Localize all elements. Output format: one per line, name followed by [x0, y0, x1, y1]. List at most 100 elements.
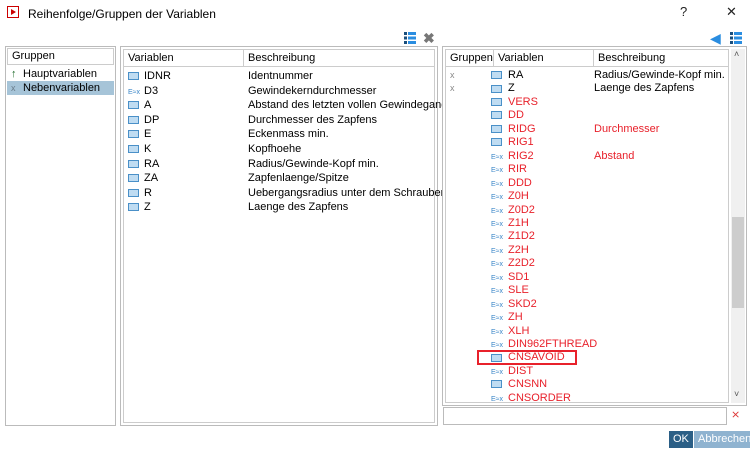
column-header-beschreibung[interactable]: Beschreibung — [244, 50, 434, 67]
table-row[interactable]: Z Laenge des Zapfens — [124, 200, 434, 214]
formula-variable-icon: E≈x — [491, 288, 504, 296]
group-item-nebenvariablen[interactable]: x Nebenvariablen — [7, 81, 114, 95]
window-title: Reihenfolge/Gruppen der Variablen — [28, 7, 216, 21]
table-row[interactable]: DP Durchmesser des Zapfens — [124, 113, 434, 127]
vertical-scrollbar[interactable]: ˄ ˅ — [731, 49, 745, 403]
table-row[interactable]: E≈x ZH — [446, 311, 728, 324]
table-variable-icon — [128, 145, 139, 154]
variable-name: DDD — [508, 176, 532, 189]
table-row[interactable]: CNSAVOID — [446, 350, 728, 366]
variable-name: XLH — [508, 324, 530, 337]
variable-name: E — [144, 128, 152, 141]
variable-name: Z1H — [508, 216, 529, 229]
close-button[interactable]: ✕ — [726, 4, 737, 20]
assigned-variables-table: Gruppen Variablen Beschreibung x RA Radi… — [445, 49, 729, 403]
table-row[interactable]: E≈x Z1H — [446, 216, 728, 230]
formula-variable-icon: E≈x — [491, 328, 504, 336]
formula-variable-icon: E≈x — [491, 315, 504, 323]
table-row[interactable]: ZA Zapfenlaenge/Spitze — [124, 171, 434, 185]
list-view-icon-right[interactable] — [730, 32, 742, 47]
variable-name: RIR — [508, 163, 527, 176]
filter-input[interactable] — [443, 407, 727, 425]
variable-description: Zapfenlaenge/Spitze — [248, 172, 349, 185]
variable-description: Abstand des letzten vollen Gewindeganges… — [248, 99, 469, 112]
table-row[interactable]: E≈x DIN962FTHREAD — [446, 338, 728, 351]
scroll-up-icon[interactable]: ˄ — [734, 49, 739, 59]
column-header-variablen[interactable]: Variablen — [124, 50, 244, 67]
table-row[interactable]: E≈x DIST — [446, 365, 728, 378]
variable-name: DP — [144, 113, 160, 126]
column-header-variablen[interactable]: Variablen — [494, 50, 594, 67]
variable-name: Z2D2 — [508, 257, 535, 270]
variable-name: CNSAVOID — [508, 351, 565, 364]
variable-name: RA — [508, 69, 524, 81]
delete-icon[interactable]: ✖ — [423, 30, 435, 47]
table-row[interactable]: x Z Laenge des Zapfens — [446, 82, 728, 95]
arrow-left-icon[interactable]: ◀ — [710, 30, 721, 47]
ok-button[interactable]: OK — [669, 431, 693, 448]
variable-description: Durchmesser — [594, 122, 660, 135]
table-row[interactable]: E≈x RIG2 Abstand — [446, 150, 728, 163]
table-row[interactable]: RA Radius/Gewinde-Kopf min. — [124, 157, 434, 171]
table-row[interactable]: E≈x Z0D2 — [446, 204, 728, 217]
table-row[interactable]: E≈x SKD2 — [446, 298, 728, 311]
help-button[interactable]: ? — [680, 4, 687, 19]
list-view-icon[interactable] — [404, 32, 416, 47]
app-icon — [7, 6, 19, 18]
group-label: Hauptvariablen — [23, 68, 97, 80]
column-header-beschreibung[interactable]: Beschreibung — [594, 50, 728, 67]
table-row[interactable]: E≈x SLE — [446, 284, 728, 297]
table-row[interactable]: DD — [446, 109, 728, 122]
table-row[interactable]: VERS — [446, 96, 728, 109]
formula-variable-icon: E≈x — [491, 234, 504, 242]
table-row[interactable]: E≈x Z2H — [446, 244, 728, 257]
table-row[interactable]: E≈x D3 Gewindekerndurchmesser — [124, 84, 434, 98]
variable-name: IDNR — [144, 70, 171, 82]
table-row[interactable]: x RA Radius/Gewinde-Kopf min. — [446, 69, 728, 82]
cancel-button[interactable]: Abbrechen — [694, 431, 750, 448]
variable-description: Laenge des Zapfens — [248, 201, 349, 214]
table-variable-icon — [128, 174, 139, 183]
assigned-variables-panel: Gruppen Variablen Beschreibung x RA Radi… — [442, 46, 747, 406]
formula-variable-icon: E≈x — [491, 153, 504, 161]
table-row[interactable]: RIG1 — [446, 136, 728, 149]
variable-description: Radius/Gewinde-Kopf min. — [594, 69, 725, 81]
formula-variable-icon: E≈x — [491, 368, 504, 376]
scroll-down-icon[interactable]: ˅ — [734, 389, 739, 399]
table-row[interactable]: E≈x Z0H — [446, 190, 728, 203]
variable-description: Durchmesser des Zapfens — [248, 113, 377, 126]
table-row[interactable]: E≈x CNSORDER — [446, 392, 728, 403]
table-row[interactable]: IDNR Identnummer — [124, 69, 434, 83]
formula-variable-icon: E≈x — [491, 395, 504, 403]
table-variable-icon — [491, 353, 502, 362]
variable-name: CNSNN — [508, 378, 548, 391]
scrollbar-thumb[interactable] — [732, 217, 744, 308]
clear-filter-icon[interactable]: ⨯ — [731, 408, 740, 421]
variable-description: Eckenmass min. — [248, 128, 329, 141]
table-row[interactable]: E≈x XLH — [446, 324, 728, 338]
table-row[interactable]: E Eckenmass min. — [124, 127, 434, 141]
variable-name: ZH — [508, 311, 523, 324]
variable-name: D3 — [144, 84, 159, 97]
table-row[interactable]: E≈x SD1 — [446, 270, 728, 284]
table-row[interactable]: K Kopfhoehe — [124, 142, 434, 156]
x-icon: x — [11, 83, 16, 93]
table-variable-icon — [491, 111, 502, 120]
group-label: Nebenvariablen — [23, 82, 101, 94]
table-row[interactable]: RIDG Durchmesser — [446, 122, 728, 136]
formula-variable-icon: E≈x — [491, 247, 504, 255]
table-row[interactable]: E≈x DDD — [446, 176, 728, 190]
table-row[interactable]: A Abstand des letzten vollen Gewindegang… — [124, 98, 468, 112]
formula-variable-icon: E≈x — [491, 342, 504, 349]
column-header-gruppen[interactable]: Gruppen — [446, 50, 494, 67]
table-row[interactable]: R Uebergangsradius unter dem Schraubenko… — [124, 186, 468, 200]
formula-variable-icon: E≈x — [491, 274, 504, 282]
table-row[interactable]: CNSNN — [446, 378, 728, 391]
table-row[interactable]: E≈x RIR — [446, 163, 728, 176]
group-item-hauptvariablen[interactable]: ↑ Hauptvariablen — [7, 67, 114, 81]
table-row[interactable]: E≈x Z2D2 — [446, 257, 728, 270]
formula-variable-icon: E≈x — [491, 220, 504, 228]
variable-name: SD1 — [508, 270, 530, 283]
table-row[interactable]: E≈x Z1D2 — [446, 230, 728, 243]
table-variable-icon — [128, 115, 139, 124]
